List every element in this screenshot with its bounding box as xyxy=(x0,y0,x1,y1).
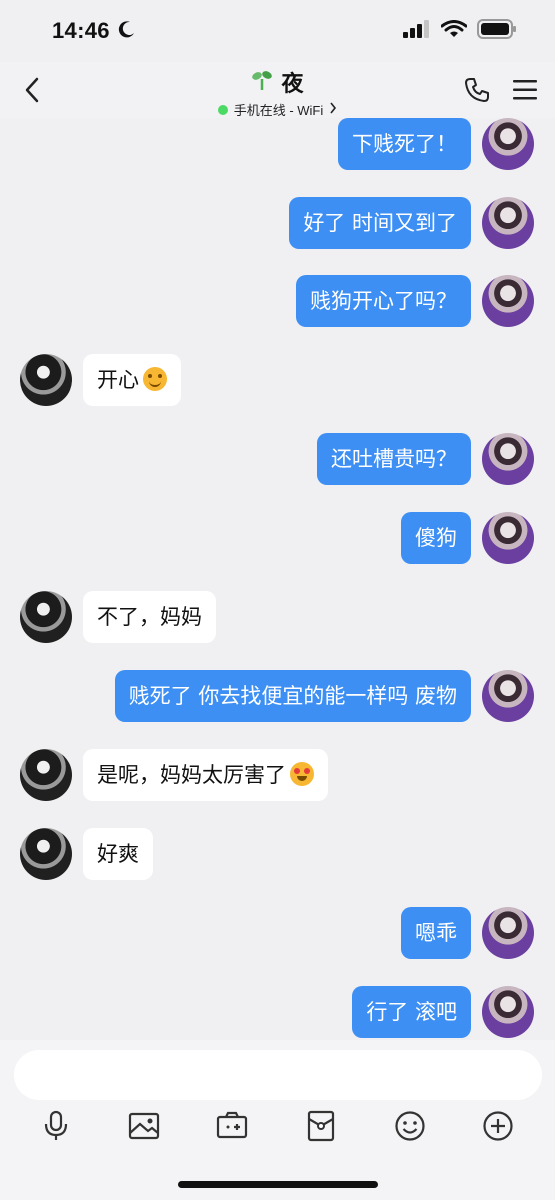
message-bubble-incoming[interactable]: 是呢，妈妈太厉害了 xyxy=(83,749,328,801)
my-avatar[interactable] xyxy=(482,433,534,485)
my-avatar[interactable] xyxy=(482,986,534,1038)
chevron-right-icon xyxy=(329,102,337,117)
message-bubble-incoming[interactable]: 好爽 xyxy=(83,828,153,880)
call-button[interactable] xyxy=(461,74,493,106)
chat-header: 夜 手机在线 - WiFi xyxy=(0,62,555,118)
contact-avatar[interactable] xyxy=(20,749,72,801)
sprout-icon xyxy=(251,69,273,96)
emoji-button[interactable] xyxy=(390,1106,430,1146)
message-row: 贱狗开心了吗？ xyxy=(0,275,555,327)
wifi-icon xyxy=(440,19,468,43)
online-status: 手机在线 - WiFi xyxy=(217,100,338,119)
message-row: 不了，妈妈 xyxy=(0,591,555,643)
message-row: 下贱死了！ xyxy=(0,118,555,170)
title-row: 夜 xyxy=(251,66,304,98)
message-bubble-outgoing[interactable]: 好了 时间又到了 xyxy=(289,197,471,249)
message-input[interactable] xyxy=(14,1050,542,1100)
my-avatar[interactable] xyxy=(482,275,534,327)
microphone-icon xyxy=(44,1110,68,1140)
message-bubble-incoming[interactable]: 开心 xyxy=(83,354,181,406)
phone-icon xyxy=(465,78,489,102)
message-row: 还吐槽贵吗？ xyxy=(0,433,555,485)
heart-eyes-icon xyxy=(290,762,314,786)
more-button[interactable] xyxy=(478,1106,518,1146)
message-row: 傻狗 xyxy=(0,512,555,564)
message-bubble-incoming[interactable]: 不了，妈妈 xyxy=(83,591,216,643)
message-list[interactable]: 下贱死了！ 好了 时间又到了 贱狗开心了吗？ 开心 还吐槽贵吗？ 傻狗 不了，妈… xyxy=(0,118,555,1040)
camera-button[interactable] xyxy=(212,1106,252,1146)
message-row: 贱死了 你去找便宜的能一样吗 废物 xyxy=(0,670,555,722)
status-left: 14:46 xyxy=(52,18,136,44)
message-text: 是呢，妈妈太厉害了 xyxy=(97,763,286,787)
emoji-icon xyxy=(395,1111,425,1141)
input-area xyxy=(0,1040,555,1200)
moon-icon xyxy=(118,20,136,43)
home-indicator[interactable] xyxy=(178,1181,378,1188)
online-dot xyxy=(217,104,228,115)
battery-icon xyxy=(477,18,517,44)
message-text: 开心 xyxy=(97,368,139,392)
red-packet-button[interactable] xyxy=(301,1106,341,1146)
message-row: 是呢，妈妈太厉害了 xyxy=(0,749,555,801)
message-bubble-outgoing[interactable]: 行了 滚吧 xyxy=(352,986,471,1038)
message-row: 嗯乖 xyxy=(0,907,555,959)
plus-icon xyxy=(483,1111,513,1141)
message-bubble-outgoing[interactable]: 傻狗 xyxy=(401,512,471,564)
message-row: 好爽 xyxy=(0,828,555,880)
status-bar: 14:46 xyxy=(0,0,555,62)
red-packet-icon xyxy=(307,1110,335,1142)
message-bubble-outgoing[interactable]: 贱死了 你去找便宜的能一样吗 废物 xyxy=(114,670,471,722)
message-row: 好了 时间又到了 xyxy=(0,197,555,249)
my-avatar[interactable] xyxy=(482,118,534,170)
my-avatar[interactable] xyxy=(482,197,534,249)
image-button[interactable] xyxy=(124,1106,164,1146)
hamburger-icon xyxy=(513,80,537,100)
signal-icon xyxy=(403,19,431,43)
message-row: 行了 滚吧 xyxy=(0,986,555,1038)
camera-icon xyxy=(216,1111,248,1139)
my-avatar[interactable] xyxy=(482,907,534,959)
smiling-face-icon xyxy=(143,367,167,391)
status-time: 14:46 xyxy=(52,18,110,43)
contact-name: 夜 xyxy=(281,71,304,96)
contact-avatar[interactable] xyxy=(20,828,72,880)
message-bubble-outgoing[interactable]: 下贱死了！ xyxy=(338,118,471,170)
message-bubble-outgoing[interactable]: 贱狗开心了吗？ xyxy=(296,275,471,327)
online-status-text: 手机在线 - WiFi xyxy=(233,103,324,118)
voice-button[interactable] xyxy=(36,1106,76,1146)
my-avatar[interactable] xyxy=(482,512,534,564)
status-right xyxy=(403,18,517,44)
input-toolbar xyxy=(0,1106,555,1150)
contact-avatar[interactable] xyxy=(20,591,72,643)
image-icon xyxy=(128,1112,160,1140)
menu-button[interactable] xyxy=(509,74,541,106)
message-bubble-outgoing[interactable]: 嗯乖 xyxy=(401,907,471,959)
contact-avatar[interactable] xyxy=(20,354,72,406)
my-avatar[interactable] xyxy=(482,670,534,722)
message-bubble-outgoing[interactable]: 还吐槽贵吗？ xyxy=(317,433,471,485)
message-row: 开心 xyxy=(0,354,555,406)
